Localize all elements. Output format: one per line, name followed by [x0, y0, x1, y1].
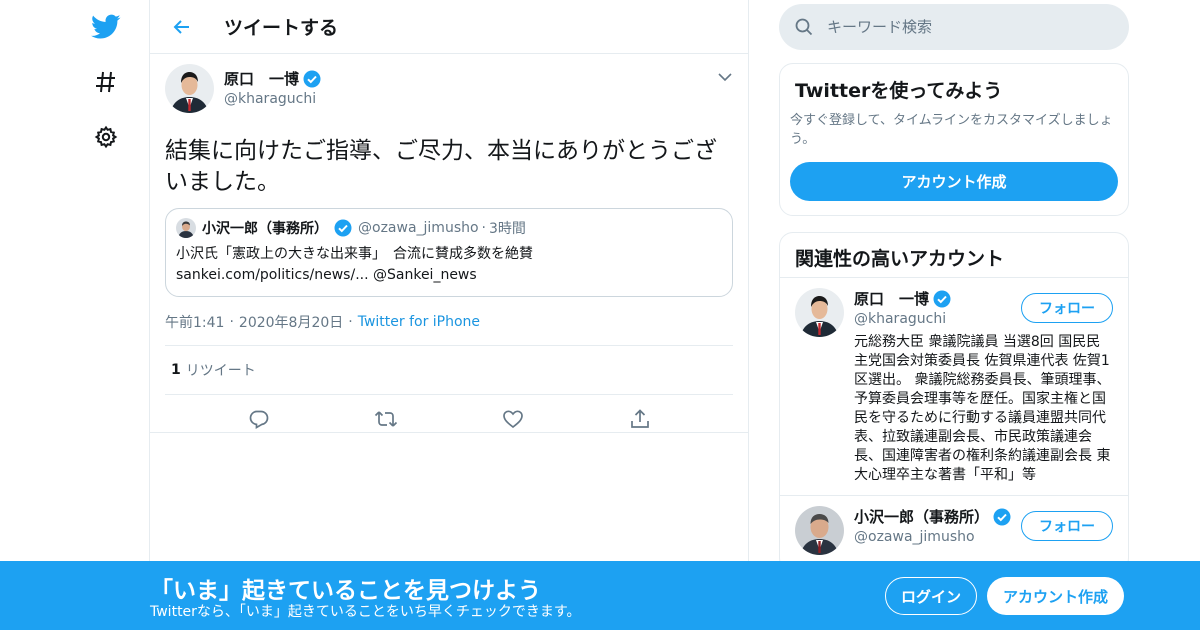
avatar[interactable] — [795, 506, 844, 555]
reply-button[interactable] — [242, 402, 276, 436]
like-button[interactable] — [496, 402, 530, 436]
page-header: ツイートする — [150, 0, 748, 54]
quote-author-handle: @ozawa_jimusho — [358, 220, 479, 236]
account-bio: 元総務大臣 衆議院議員 当選8回 国民民主党国会対策委員長 佐賀県連代表 佐賀1… — [854, 334, 1111, 483]
related-account-item[interactable]: 原口 一博 @kharaguchi 元総務大臣 衆議院議員 当選8回 国民民主党… — [780, 278, 1128, 496]
hashtag-icon[interactable] — [89, 65, 123, 99]
meta-separator: · — [229, 314, 234, 330]
tweet-metadata: 午前1:41 · 2020年8月20日 · Twitter for iPhone — [165, 311, 733, 333]
avatar[interactable] — [165, 64, 214, 113]
signup-card-title: Twitterを使ってみよう — [795, 80, 1003, 102]
verified-badge-icon — [933, 290, 951, 308]
search-input[interactable] — [827, 18, 1087, 36]
tweet-actions — [165, 395, 733, 443]
signup-card-description: 今すぐ登録して、タイムラインをカスタマイズしましょう。 — [790, 113, 1113, 147]
tweet-text: 結集に向けたご指導、ご尽力、本当にありがとうございました。 — [165, 138, 717, 195]
chevron-down-icon[interactable] — [716, 68, 734, 86]
search-bar[interactable] — [779, 4, 1129, 50]
tweet-source-link[interactable]: Twitter for iPhone — [358, 314, 480, 330]
banner-create-account-button[interactable]: アカウント作成 — [987, 577, 1124, 615]
related-accounts-title: 関連性の高いアカウント — [780, 233, 1128, 278]
center-column: ツイートする 原口 一博 @kharaguchi 結集に向けたご指導、ご尽力、本… — [149, 0, 749, 630]
divider — [150, 432, 748, 433]
right-sidebar: Twitterを使ってみよう 今すぐ登録して、タイムラインをカスタマイズしましょ… — [779, 0, 1129, 572]
login-button[interactable]: ログイン — [885, 577, 977, 615]
account-name[interactable]: 原口 一博 — [854, 288, 929, 309]
signup-card: Twitterを使ってみよう 今すぐ登録して、タイムラインをカスタマイズしましょ… — [779, 63, 1129, 216]
verified-badge-icon — [334, 219, 352, 237]
left-rail — [80, 0, 150, 630]
author-name[interactable]: 原口 一博 — [224, 68, 299, 89]
retweet-button[interactable] — [369, 402, 403, 436]
quote-text-line: 小沢氏「憲政上の大きな出来事」 合流に賛成多数を絶賛 — [176, 246, 533, 262]
page-title: ツイートする — [224, 17, 339, 39]
verified-badge-icon — [993, 508, 1011, 526]
banner-subtitle: Twitterなら、「いま」起きていることをいち早くチェックできます。 — [150, 604, 581, 620]
tweet-date: 2020年8月20日 — [238, 315, 344, 331]
gear-icon[interactable] — [89, 120, 123, 154]
back-arrow-icon — [173, 19, 189, 34]
retweet-count[interactable]: 1 — [171, 362, 181, 378]
follow-button[interactable]: フォロー — [1021, 293, 1113, 323]
share-button[interactable] — [623, 402, 657, 436]
create-account-button[interactable]: アカウント作成 — [790, 162, 1118, 201]
like-icon — [502, 410, 523, 429]
related-accounts-card: 関連性の高いアカウント 原口 一博 @kharaguchi 元総務大臣 衆議院議… — [779, 232, 1129, 572]
retweet-icon — [374, 411, 397, 427]
verified-badge-icon — [303, 70, 321, 88]
avatar[interactable] — [795, 288, 844, 337]
tweet-time: 午前1:41 — [165, 315, 225, 331]
banner-title: 「いま」起きていることを見つけよう — [150, 578, 541, 604]
back-button[interactable] — [162, 7, 202, 47]
author-handle[interactable]: @kharaguchi — [224, 91, 321, 107]
app: ツイートする 原口 一博 @kharaguchi 結集に向けたご指導、ご尽力、本… — [0, 0, 1200, 630]
follow-button[interactable]: フォロー — [1021, 511, 1113, 541]
meta-separator: · — [348, 314, 353, 330]
main-tweet: 原口 一博 @kharaguchi 結集に向けたご指導、ご尽力、本当にありがとう… — [150, 54, 748, 443]
search-icon — [795, 18, 813, 36]
tweet-stats: 1 リツイート — [165, 345, 733, 395]
tweet-author: 原口 一博 @kharaguchi — [165, 64, 733, 120]
twitter-logo-icon[interactable] — [89, 10, 123, 44]
signup-banner: 「いま」起きていることを見つけよう Twitterなら、「いま」起きていることを… — [0, 561, 1200, 630]
retweet-label[interactable]: リツイート — [186, 360, 256, 380]
quote-timestamp: 3時間 — [489, 221, 526, 237]
quote-separator: · — [481, 220, 486, 236]
quote-author-name: 小沢一郎（事務所） — [202, 221, 328, 237]
reply-icon — [249, 410, 268, 429]
account-name[interactable]: 小沢一郎（事務所） — [854, 506, 989, 527]
quoted-tweet[interactable]: 小沢一郎（事務所） @ozawa_jimusho · 3時間 小沢氏「憲政上の大… — [165, 208, 733, 297]
quote-text-line: sankei.com/politics/news/... @Sankei_new… — [176, 267, 477, 283]
related-account-item[interactable]: 小沢一郎（事務所） @ozawa_jimusho フォロー — [780, 496, 1128, 566]
share-icon — [630, 409, 649, 428]
quote-avatar — [176, 218, 196, 238]
